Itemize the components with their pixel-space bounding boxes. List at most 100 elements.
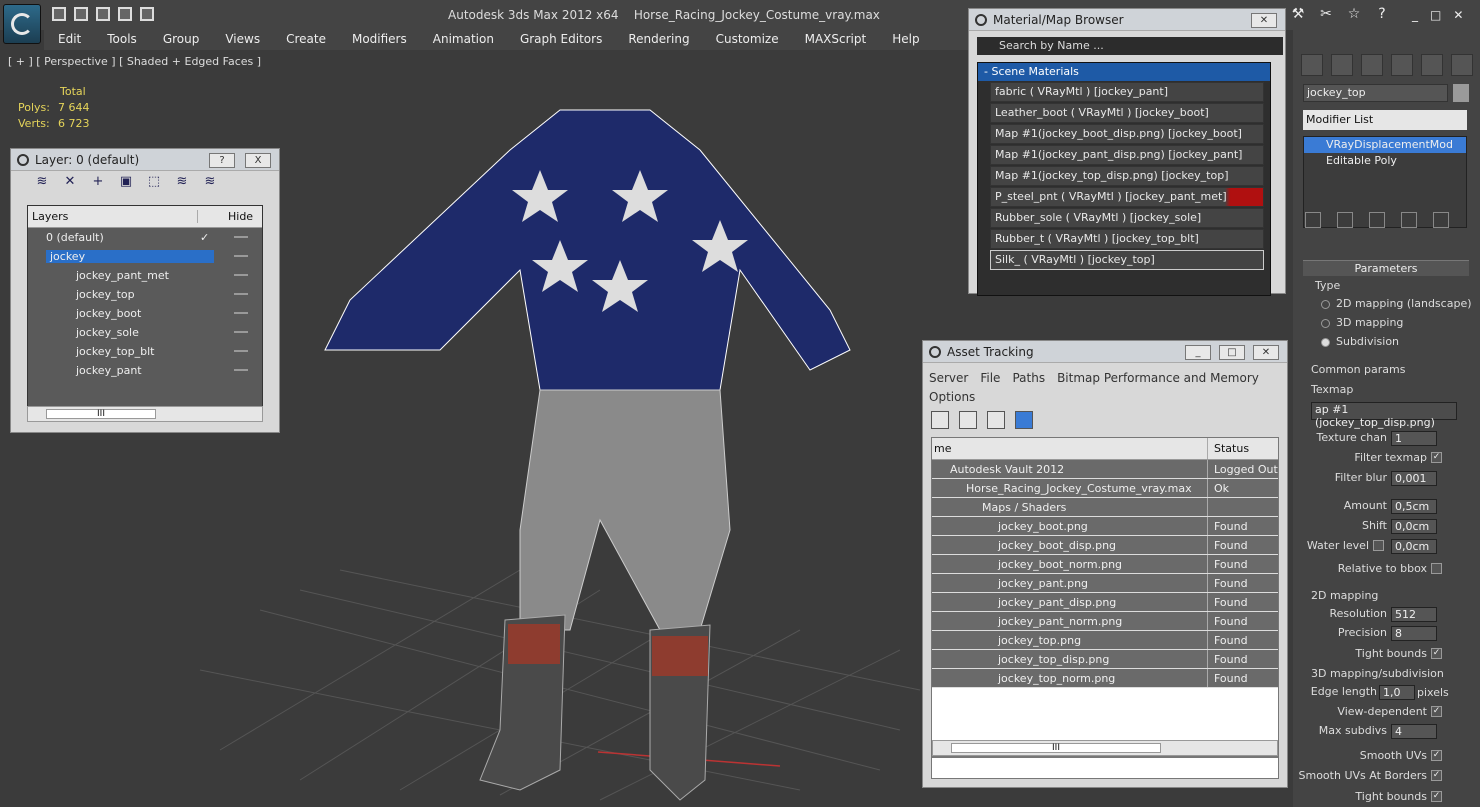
menu-rendering[interactable]: Rendering — [614, 30, 701, 50]
menu-paths[interactable]: Paths — [1012, 371, 1045, 385]
layer-row[interactable]: 0 (default) ✓ — [28, 228, 262, 247]
amount-spinner[interactable]: 0,5cm — [1391, 499, 1437, 514]
viewport-label[interactable]: [ + ] [ Perspective ] [ Shaded + Edged F… — [8, 55, 261, 68]
hierarchy-tab-icon[interactable] — [1361, 54, 1383, 76]
column-layers[interactable]: Layers — [28, 210, 198, 223]
menu-bitmap[interactable]: Bitmap Performance and Memory — [1057, 371, 1259, 385]
radio-3d-mapping[interactable]: 3D mapping — [1321, 315, 1403, 331]
layer-row[interactable]: jockey_pant_met — [28, 266, 262, 285]
table-row[interactable]: jockey_top.png Found — [932, 631, 1278, 650]
undo-icon[interactable] — [96, 7, 110, 21]
tight-bounds-checkbox[interactable]: ✓ — [1431, 791, 1442, 802]
material-search-input[interactable]: Search by Name ... — [977, 37, 1283, 55]
material-item[interactable]: Leather_boot ( VRayMtl ) [jockey_boot] — [990, 103, 1264, 123]
menu-animation[interactable]: Animation — [419, 30, 506, 50]
new-layer-icon[interactable]: ≋ — [33, 174, 51, 190]
layer-manager-titlebar[interactable]: Layer: 0 (default) — [11, 149, 279, 171]
table-row[interactable]: jockey_top_disp.png Found — [932, 650, 1278, 669]
material-item[interactable]: Map #1(jockey_top_disp.png) [jockey_top] — [990, 166, 1264, 186]
material-item[interactable]: Map #1(jockey_boot_disp.png) [jockey_boo… — [990, 124, 1264, 144]
close-button[interactable]: X — [245, 153, 271, 168]
material-item[interactable]: Rubber_t ( VRayMtl ) [jockey_top_blt] — [990, 229, 1264, 249]
column-status[interactable]: Status — [1208, 438, 1249, 459]
show-end-icon[interactable] — [1337, 212, 1353, 228]
layer-row[interactable]: jockey_sole — [28, 323, 262, 342]
column-name[interactable]: me — [932, 438, 1208, 459]
menu-customize[interactable]: Customize — [702, 30, 791, 50]
column-hide[interactable]: Hide — [198, 210, 253, 223]
menu-options[interactable]: Options — [929, 390, 975, 404]
star-icon[interactable]: ☆ — [1346, 6, 1362, 22]
menu-tools[interactable]: Tools — [93, 30, 149, 50]
texture-chan-spinner[interactable]: 1 — [1391, 431, 1437, 446]
select-icon[interactable]: ▣ — [117, 174, 135, 190]
precision-spinner[interactable]: 8 — [1391, 626, 1437, 641]
smooth-uvs-borders-checkbox[interactable]: ✓ — [1431, 770, 1442, 781]
menu-server[interactable]: Server — [929, 371, 968, 385]
radio-2d-mapping[interactable]: 2D mapping (landscape) — [1321, 296, 1472, 312]
table-row[interactable]: jockey_pant_disp.png Found — [932, 593, 1278, 612]
highlight-icon[interactable]: ⬚ — [145, 174, 163, 190]
modifier-list-dropdown[interactable]: Modifier List — [1303, 110, 1467, 130]
layer-row[interactable]: jockey_top_blt — [28, 342, 262, 361]
save-icon[interactable] — [74, 7, 88, 21]
remove-icon[interactable] — [1401, 212, 1417, 228]
layer-row[interactable]: jockey_pant — [28, 361, 262, 380]
pin-icon[interactable] — [1305, 212, 1321, 228]
material-browser-titlebar[interactable]: Material/Map Browser — [969, 9, 1285, 31]
minimize-button[interactable]: _ — [1412, 8, 1418, 22]
scroll-thumb[interactable]: III — [951, 743, 1161, 753]
create-tab-icon[interactable] — [1301, 54, 1323, 76]
table-icon[interactable] — [1015, 411, 1033, 429]
open-icon[interactable] — [52, 7, 66, 21]
table-row[interactable]: jockey_boot.png Found — [932, 517, 1278, 536]
menu-help[interactable]: Help — [878, 30, 931, 50]
object-name-field[interactable]: jockey_top — [1303, 84, 1448, 102]
motion-tab-icon[interactable] — [1391, 54, 1413, 76]
redo-icon[interactable] — [118, 7, 132, 21]
table-row[interactable]: jockey_pant.png Found — [932, 574, 1278, 593]
material-item[interactable]: fabric ( VRayMtl ) [jockey_pant] — [990, 82, 1264, 102]
list-icon[interactable] — [959, 411, 977, 429]
table-row[interactable]: Maps / Shaders — [932, 498, 1278, 517]
view-dependent-checkbox[interactable]: ✓ — [1431, 706, 1442, 717]
texmap-button[interactable]: ap #1 (jockey_top_disp.png) — [1311, 402, 1457, 429]
tree-icon[interactable] — [987, 411, 1005, 429]
table-row[interactable]: jockey_pant_norm.png Found — [932, 612, 1278, 631]
smooth-uvs-checkbox[interactable]: ✓ — [1431, 750, 1442, 761]
water-level-spinner[interactable]: 0,0cm — [1391, 539, 1437, 554]
search-icon[interactable]: ⚒ — [1290, 6, 1306, 22]
application-button[interactable] — [3, 4, 41, 44]
modify-tab-icon[interactable] — [1331, 54, 1353, 76]
add-icon[interactable]: + — [89, 174, 107, 190]
layer-scrollbar[interactable]: III — [27, 406, 263, 422]
delete-icon[interactable]: ✕ — [61, 174, 79, 190]
parameters-rollout[interactable]: Parameters — [1303, 260, 1469, 276]
radio-subdivision[interactable]: Subdivision — [1321, 334, 1399, 350]
close-button[interactable]: ✕ — [1251, 13, 1277, 28]
layer-row[interactable]: jockey_boot — [28, 304, 262, 323]
freeze-all-icon[interactable]: ≋ — [201, 174, 219, 190]
minimize-button[interactable]: _ — [1185, 345, 1211, 360]
max-subdivs-spinner[interactable]: 4 — [1391, 724, 1437, 739]
layer-row[interactable]: jockey_top — [28, 285, 262, 304]
filter-blur-spinner[interactable]: 0,001 — [1391, 471, 1437, 486]
stack-item[interactable]: VRayDisplacementMod — [1304, 137, 1466, 153]
maximize-button[interactable]: □ — [1219, 345, 1245, 360]
tools-icon[interactable]: ✂ — [1318, 6, 1334, 22]
layer-row[interactable]: jockey — [28, 247, 262, 266]
refresh-icon[interactable] — [931, 411, 949, 429]
menu-group[interactable]: Group — [149, 30, 212, 50]
unique-icon[interactable] — [1369, 212, 1385, 228]
menu-views[interactable]: Views — [211, 30, 272, 50]
table-row[interactable]: Autodesk Vault 2012 Logged Out — [932, 460, 1278, 479]
close-button[interactable]: ✕ — [1453, 8, 1463, 22]
scene-materials-header[interactable]: - Scene Materials — [978, 63, 1270, 81]
shift-spinner[interactable]: 0,0cm — [1391, 519, 1437, 534]
menu-maxscript[interactable]: MAXScript — [791, 30, 879, 50]
menu-graph-editors[interactable]: Graph Editors — [506, 30, 614, 50]
hide-all-icon[interactable]: ≋ — [173, 174, 191, 190]
asset-scrollbar[interactable]: III — [932, 740, 1278, 756]
tight-bounds-checkbox[interactable]: ✓ — [1431, 648, 1442, 659]
menu-file[interactable]: File — [980, 371, 1000, 385]
